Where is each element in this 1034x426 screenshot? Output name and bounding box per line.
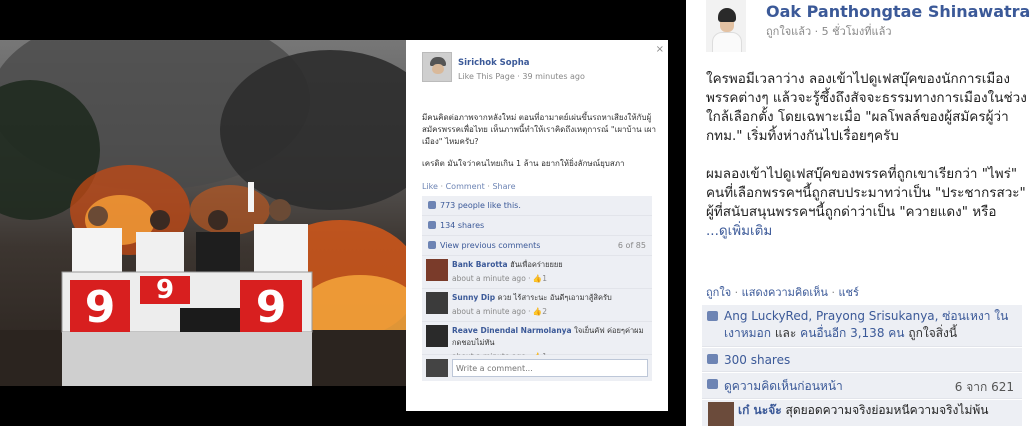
post-line: ผู้ที่สนับสนุนพรรคฯนี้ถูกด่าว่าเป็น "ควา… xyxy=(706,204,997,220)
post-actions: ถูกใจ · แสดงความคิดเห็น · แชร์ xyxy=(706,286,859,299)
likes-and: และ xyxy=(771,326,801,340)
commenter-avatar[interactable] xyxy=(708,402,734,426)
comment-text: ฮันเพื่อคร่ายยยย xyxy=(510,260,563,269)
commenter-avatar[interactable] xyxy=(426,325,448,347)
feed-post: Oak Panthongtae Shinawatra ถูกใจแล้ว · 5… xyxy=(686,0,1034,426)
post-paragraph: ใครพอมีเวลาว่าง ลองเข้าไปดูเฟสบุ๊คของนัก… xyxy=(706,71,1027,144)
comment-item: Sunny Dip ควย ไร้สาระนะ อันดีๆเอามาสู้สิ… xyxy=(422,289,652,322)
comment-item: Reave Dinendal Narmolanya ใจเย็นคัฟ ค่อย… xyxy=(422,322,652,361)
comment-icon xyxy=(428,241,436,249)
shares-row[interactable]: 134 shares xyxy=(422,216,652,236)
photo-illustration xyxy=(0,40,406,386)
viewer-bottom-bar xyxy=(0,386,406,426)
comment-time: about a minute ago · 👍2 xyxy=(452,307,548,316)
comment-icon xyxy=(707,379,718,389)
share-icon xyxy=(428,221,436,229)
post-line: คนที่เลือกพรรคฯนี้ถูกสบประมาทว่าเป็น "ปร… xyxy=(706,185,1026,201)
comment-input[interactable] xyxy=(452,359,648,377)
previous-comments-link[interactable]: ดูความคิดเห็นก่อนหน้า xyxy=(724,379,843,393)
commenter-avatar[interactable] xyxy=(426,292,448,314)
shares-text[interactable]: 300 shares xyxy=(724,353,790,367)
previous-comments-link[interactable]: View previous comments xyxy=(440,241,540,250)
likes-suffix: ถูกใจสิ่งนี้ xyxy=(904,326,958,340)
commenter-name[interactable]: Bank Barotta xyxy=(452,260,508,269)
viewer-avatar xyxy=(426,359,448,377)
post-author-name[interactable]: Oak Panthongtae Shinawatra xyxy=(766,2,1030,21)
author-avatar[interactable] xyxy=(422,52,452,82)
comment-count: 6 จาก 621 xyxy=(954,380,1014,394)
post-paragraph: เครดิต มันใจว่าคนไทยเกิน 1 ล้าน อยากให้ย… xyxy=(422,159,625,168)
thumbs-up-icon xyxy=(707,311,718,321)
comment-text: ควย ไร้สาระนะ อันดีๆเอามาสู้สิครับ xyxy=(497,293,612,302)
commenter-name[interactable]: เก๋ นะจ๊ะ xyxy=(738,403,782,417)
campaign-photo[interactable]: 9 9 9 xyxy=(0,40,406,386)
comment-link[interactable]: แสดงความคิดเห็น xyxy=(742,286,828,299)
thumbs-up-icon xyxy=(428,201,436,209)
commenter-avatar[interactable] xyxy=(426,259,448,281)
comment-text: สุดยอดความจริงย่อมหนีความจริงไม่พ้น xyxy=(785,403,989,417)
likes-row[interactable]: 773 people like this. xyxy=(422,196,652,216)
post-paragraph: มีคนคิดต่อภาพจากหลังใหม่ ตอนที่อามาตย์เผ… xyxy=(422,113,657,146)
write-comment-row xyxy=(422,355,652,381)
shares-row[interactable]: 300 shares xyxy=(702,348,1022,372)
share-link[interactable]: Share xyxy=(492,182,515,191)
shares-text[interactable]: 134 shares xyxy=(440,221,484,230)
post-meta: Like This Page · 39 minutes ago xyxy=(458,72,585,81)
viewer-top-bar xyxy=(0,0,686,40)
likers-others[interactable]: คนอื่นอีก 3,138 คน xyxy=(800,326,904,340)
photo-side-panel: × Sirichok Sopha Like This Page · 39 min… xyxy=(406,40,668,411)
sign-number-left: 9 xyxy=(84,282,116,333)
previous-comments-row[interactable]: View previous comments 6 of 85 xyxy=(422,236,652,256)
photo-viewer: 9 9 9 × Sirichok Sopha Like This Page · … xyxy=(0,0,686,426)
comment-item: Bank Barotta ฮันเพื่อคร่ายยยย about a mi… xyxy=(422,256,652,289)
post-actions: Like · Comment · Share xyxy=(422,182,516,191)
see-more-link[interactable]: ...ดูเพิ่มเติม xyxy=(706,223,772,239)
comment-link[interactable]: Comment xyxy=(446,182,485,191)
like-link[interactable]: ถูกใจ xyxy=(706,286,731,299)
like-link[interactable]: Like xyxy=(422,182,438,191)
post-author-avatar[interactable] xyxy=(706,0,746,52)
commenter-name[interactable]: Sunny Dip xyxy=(452,293,495,302)
previous-comments-row[interactable]: ดูความคิดเห็นก่อนหน้า 6 จาก 621 xyxy=(702,373,1022,399)
comment-item: เก๋ นะจ๊ะ สุดยอดความจริงย่อมหนีความจริงไ… xyxy=(702,400,1022,426)
post-text: มีคนคิดต่อภาพจากหลังใหม่ ตอนที่อามาตย์เผ… xyxy=(406,92,668,170)
sign-number-middle: 9 xyxy=(155,275,175,305)
post-body: ใครพอมีเวลาว่าง ลองเข้าไปดูเฟสบุ๊คของนัก… xyxy=(706,70,1028,241)
sign-number-right: 9 xyxy=(255,282,287,333)
share-icon xyxy=(707,354,718,364)
author-name[interactable]: Sirichok Sopha xyxy=(458,58,660,68)
commenter-name[interactable]: Reave Dinendal Narmolanya xyxy=(452,326,572,335)
comment-time: about a minute ago · 👍1 xyxy=(452,274,548,283)
share-link[interactable]: แชร์ xyxy=(838,286,858,299)
likes-text[interactable]: 773 people like this. xyxy=(440,201,521,210)
comment-count: 6 of 85 xyxy=(617,241,646,250)
likes-row: Ang LuckyRed, Prayong Srisukanya, ซ่อนเห… xyxy=(702,305,1022,347)
post-line: ผมลองเข้าไปดูเฟสบุ๊คของพรรคที่ถูกเขาเรีย… xyxy=(706,166,1018,182)
panel-header: Sirichok Sopha Like This Page · 39 minut… xyxy=(406,40,668,92)
post-meta: ถูกใจแล้ว · 5 ชั่วโมงที่แล้ว xyxy=(766,25,892,38)
